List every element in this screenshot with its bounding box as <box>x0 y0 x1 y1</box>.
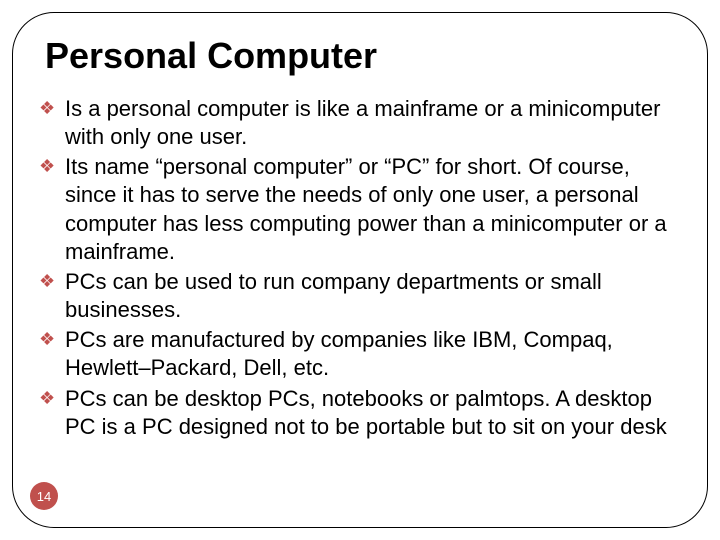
list-item-text: PCs are manufactured by companies like I… <box>65 327 613 380</box>
diamond-bullet-icon: ❖ <box>39 99 55 117</box>
slide-frame: Personal Computer ❖ Is a personal comput… <box>12 12 708 528</box>
list-item-text: Its name “personal computer” or “PC” for… <box>65 154 667 263</box>
diamond-bullet-icon: ❖ <box>39 389 55 407</box>
list-item-text: Is a personal computer is like a mainfra… <box>65 96 660 149</box>
diamond-bullet-icon: ❖ <box>39 157 55 175</box>
list-item-text: PCs can be used to run company departmen… <box>65 269 602 322</box>
diamond-bullet-icon: ❖ <box>39 330 55 348</box>
list-item: ❖ Its name “personal computer” or “PC” f… <box>39 153 683 266</box>
diamond-bullet-icon: ❖ <box>39 272 55 290</box>
list-item: ❖ Is a personal computer is like a mainf… <box>39 95 683 151</box>
bullet-list: ❖ Is a personal computer is like a mainf… <box>39 95 683 441</box>
list-item-text: PCs can be desktop PCs, notebooks or pal… <box>65 386 667 439</box>
list-item: ❖ PCs can be used to run company departm… <box>39 268 683 324</box>
list-item: ❖ PCs are manufactured by companies like… <box>39 326 683 382</box>
slide-title: Personal Computer <box>45 35 687 77</box>
slide: Personal Computer ❖ Is a personal comput… <box>0 0 720 540</box>
page-number-badge: 14 <box>30 482 58 510</box>
list-item: ❖ PCs can be desktop PCs, notebooks or p… <box>39 385 683 441</box>
